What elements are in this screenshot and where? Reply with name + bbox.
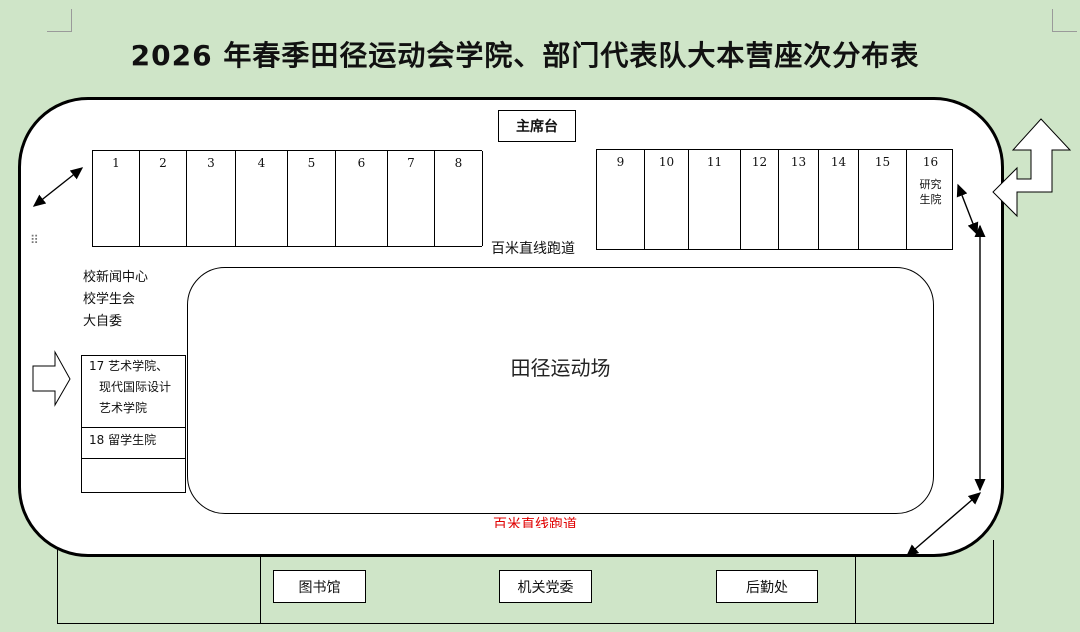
entrance-arrow-icon <box>32 350 71 407</box>
double-arrow-icon <box>956 183 979 236</box>
route-arrows <box>32 118 1072 557</box>
double-arrow-icon <box>905 492 982 557</box>
turn-arrow-icon <box>992 118 1072 218</box>
double-arrow-icon <box>32 167 84 207</box>
